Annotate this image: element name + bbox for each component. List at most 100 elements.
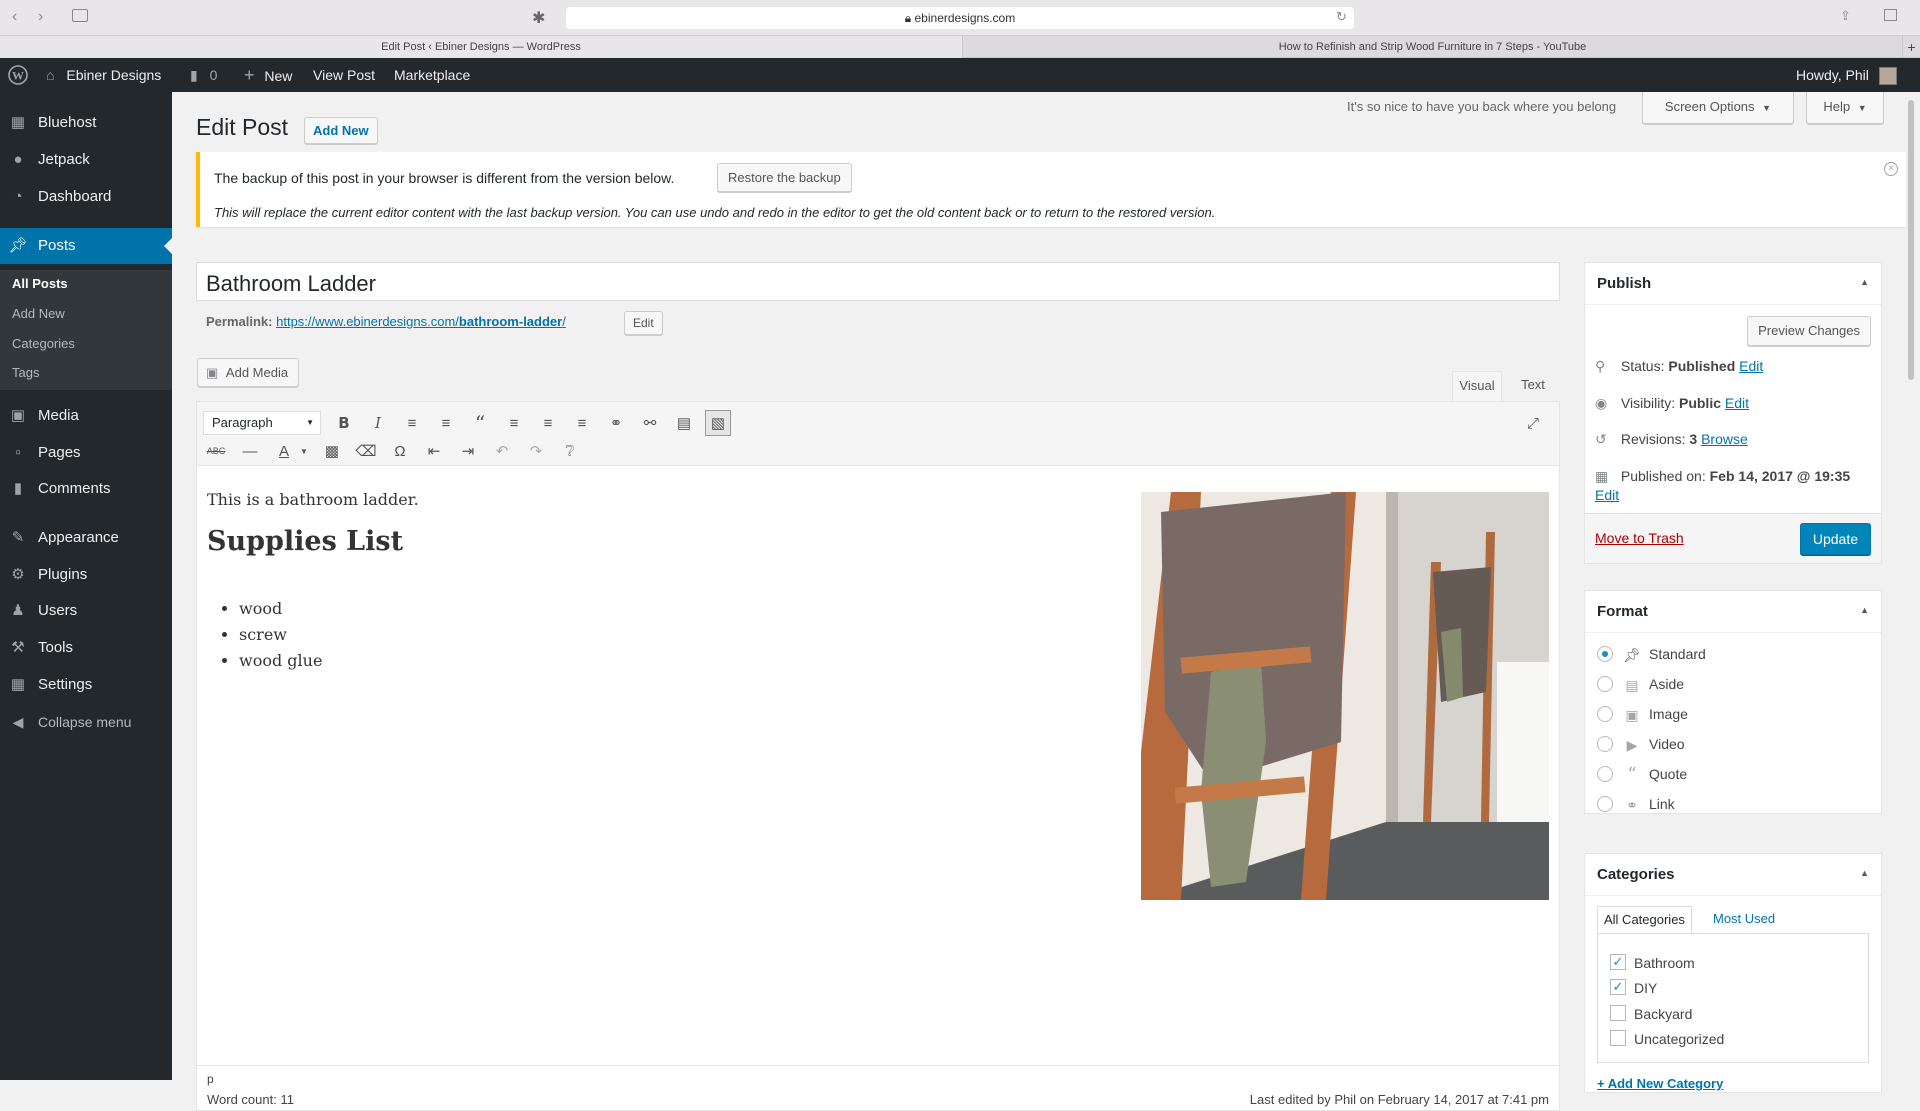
- sidebar-item-users[interactable]: ♟ Users: [0, 593, 172, 629]
- format-select[interactable]: Paragraph ▼: [203, 411, 321, 435]
- forward-arrow-icon[interactable]: ›: [38, 8, 43, 26]
- reload-icon[interactable]: ↻: [1336, 9, 1347, 25]
- browse-revisions-link[interactable]: Browse: [1701, 431, 1748, 447]
- view-post-link[interactable]: View Post: [313, 58, 375, 92]
- move-to-trash-link[interactable]: Move to Trash: [1595, 530, 1684, 546]
- tab-most-used[interactable]: Most Used: [1709, 906, 1779, 934]
- caret-down-icon[interactable]: ▼: [291, 438, 317, 464]
- marketplace-link[interactable]: Marketplace: [394, 58, 470, 92]
- bathroom-ladder-image[interactable]: [1141, 492, 1549, 900]
- sidebar-item-tools[interactable]: ⚒ Tools: [0, 630, 172, 666]
- new-content-link[interactable]: + New: [244, 58, 292, 92]
- site-home-link[interactable]: ⌂ Ebiner Designs: [46, 58, 161, 92]
- submenu-categories[interactable]: Categories: [12, 336, 75, 351]
- tab-text[interactable]: Text: [1512, 371, 1554, 401]
- align-left-icon[interactable]: ≡: [501, 410, 527, 436]
- update-button[interactable]: Update: [1799, 523, 1871, 555]
- toolbar-toggle-icon[interactable]: ▧: [705, 410, 731, 436]
- visibility-edit-link[interactable]: Edit: [1725, 395, 1749, 411]
- published-on-edit-link[interactable]: Edit: [1595, 487, 1619, 503]
- publish-header[interactable]: Publish ▲: [1585, 263, 1881, 305]
- address-bar[interactable]: 🔒︎ ebinerdesigns.com: [566, 7, 1354, 29]
- browser-tab-wordpress[interactable]: Edit Post ‹ Ebiner Designs — WordPress: [0, 36, 962, 58]
- paste-text-icon[interactable]: ▩: [319, 438, 345, 464]
- blockquote-icon[interactable]: “: [467, 410, 493, 436]
- sidebar-item-comments[interactable]: ▮ Comments: [0, 471, 172, 507]
- clear-formatting-icon[interactable]: ⌫: [353, 438, 379, 464]
- post-body-text[interactable]: This is a bathroom ladder.: [207, 490, 419, 509]
- comments-link[interactable]: ▮ 0: [190, 58, 217, 92]
- checkbox-bathroom[interactable]: ✓: [1610, 954, 1626, 970]
- sidebar-item-media[interactable]: ▣ Media: [0, 398, 172, 434]
- dismiss-notice-icon[interactable]: ×: [1884, 162, 1898, 176]
- add-media-button[interactable]: ▣ Add Media: [197, 358, 300, 387]
- sidebar-item-bluehost[interactable]: ▦ Bluehost: [0, 105, 172, 141]
- permalink-edit-button[interactable]: Edit: [624, 311, 663, 335]
- post-title-input[interactable]: Bathroom Ladder: [196, 262, 1560, 301]
- numbered-list-icon[interactable]: ≡: [433, 410, 459, 436]
- strikethrough-icon[interactable]: ABC: [203, 438, 229, 464]
- new-tab-icon[interactable]: +: [1902, 36, 1920, 58]
- add-new-category-link[interactable]: + Add New Category: [1597, 1076, 1723, 1091]
- bold-icon[interactable]: B: [331, 410, 357, 436]
- read-more-icon[interactable]: ▤: [671, 410, 697, 436]
- sidebar-item-dashboard[interactable]: ◔ Dashboard: [0, 179, 172, 215]
- remove-link-icon[interactable]: ⚯: [637, 410, 663, 436]
- list-item[interactable]: wood glue: [239, 648, 322, 674]
- fullscreen-icon[interactable]: ⤢: [1520, 410, 1546, 436]
- list-item[interactable]: wood: [239, 596, 322, 622]
- account-menu[interactable]: Howdy, Phil: [1796, 58, 1897, 92]
- categories-header[interactable]: Categories ▲: [1585, 854, 1881, 896]
- submenu-all-posts[interactable]: All Posts: [12, 276, 68, 291]
- checkbox-diy[interactable]: ✓: [1610, 979, 1626, 995]
- format-header[interactable]: Format ▲: [1585, 591, 1881, 633]
- insert-link-icon[interactable]: ⚭: [603, 410, 629, 436]
- outdent-icon[interactable]: ⇤: [421, 438, 447, 464]
- submenu-tags[interactable]: Tags: [12, 365, 39, 380]
- tabs-overview-icon[interactable]: [1884, 9, 1897, 21]
- tab-all-categories[interactable]: All Categories: [1597, 906, 1692, 934]
- checkbox-uncategorized[interactable]: [1610, 1030, 1626, 1046]
- sidebar-toggle-icon[interactable]: [72, 9, 88, 22]
- list-item[interactable]: screw: [239, 622, 322, 648]
- status-edit-link[interactable]: Edit: [1739, 358, 1763, 374]
- add-new-post-button[interactable]: Add New: [304, 117, 378, 144]
- extension-icon[interactable]: ✱: [532, 8, 545, 28]
- bullet-list-icon[interactable]: ≡: [399, 410, 425, 436]
- share-icon[interactable]: ⇪: [1840, 8, 1851, 24]
- help-icon[interactable]: ❔︎: [557, 438, 583, 464]
- radio-standard[interactable]: [1597, 646, 1613, 662]
- preview-changes-button[interactable]: Preview Changes: [1747, 316, 1871, 346]
- radio-aside[interactable]: [1597, 676, 1613, 692]
- sidebar-item-plugins[interactable]: ⚙ Plugins: [0, 557, 172, 593]
- sidebar-item-appearance[interactable]: ✎ Appearance: [0, 520, 172, 556]
- radio-quote[interactable]: [1597, 766, 1613, 782]
- sidebar-item-pages[interactable]: ▫ Pages: [0, 435, 172, 471]
- sidebar-item-settings[interactable]: ▦ Settings: [0, 667, 172, 703]
- checkbox-backyard[interactable]: [1610, 1005, 1626, 1021]
- help-button[interactable]: Help ▼: [1806, 92, 1884, 124]
- tab-visual[interactable]: Visual: [1452, 371, 1502, 401]
- permalink-link[interactable]: https://www.ebinerdesigns.com/bathroom-l…: [276, 314, 566, 329]
- sidebar-item-posts[interactable]: 📌︎ Posts: [0, 228, 172, 264]
- radio-image[interactable]: [1597, 706, 1613, 722]
- align-right-icon[interactable]: ≡: [569, 410, 595, 436]
- wordpress-logo-icon[interactable]: W: [8, 58, 30, 92]
- radio-link[interactable]: [1597, 796, 1613, 812]
- restore-backup-button[interactable]: Restore the backup: [717, 163, 852, 192]
- radio-video[interactable]: [1597, 736, 1613, 752]
- horizontal-line-icon[interactable]: —: [237, 438, 263, 464]
- italic-icon[interactable]: I: [365, 410, 391, 436]
- redo-icon[interactable]: ↷: [523, 438, 549, 464]
- screen-options-button[interactable]: Screen Options ▼: [1642, 92, 1794, 124]
- back-arrow-icon[interactable]: ‹: [12, 8, 17, 26]
- submenu-add-new[interactable]: Add New: [12, 306, 65, 321]
- page-scrollbar[interactable]: [1908, 100, 1914, 380]
- undo-icon[interactable]: ↶: [489, 438, 515, 464]
- special-character-icon[interactable]: Ω: [387, 438, 413, 464]
- indent-icon[interactable]: ⇥: [455, 438, 481, 464]
- browser-tab-youtube[interactable]: How to Refinish and Strip Wood Furniture…: [962, 36, 1902, 58]
- align-center-icon[interactable]: ≡: [535, 410, 561, 436]
- sidebar-item-jetpack[interactable]: ● Jetpack: [0, 142, 172, 178]
- post-heading[interactable]: Supplies List: [207, 526, 403, 557]
